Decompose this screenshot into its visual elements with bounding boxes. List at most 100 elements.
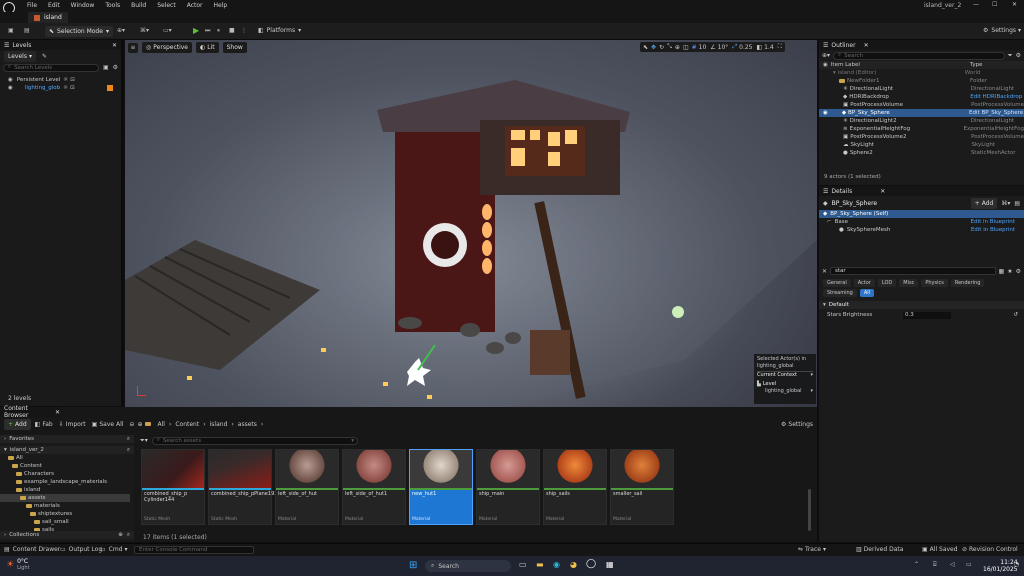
cinematics-icon[interactable]: ▭▾ bbox=[163, 27, 172, 34]
tray-chevron-icon[interactable]: ⌃ bbox=[914, 561, 919, 568]
content-drawer-button[interactable]: ▤ Content Drawer bbox=[4, 546, 60, 553]
play-options-icon[interactable]: ⋮ bbox=[241, 27, 247, 34]
breadcrumb-island[interactable]: island bbox=[210, 421, 228, 428]
add-icon[interactable]: ⊕▾ bbox=[822, 52, 830, 59]
back-icon[interactable]: ⊖ bbox=[129, 421, 134, 428]
paint-icon[interactable]: ✎ bbox=[42, 53, 47, 60]
minimize-button[interactable]: — bbox=[973, 1, 979, 8]
details-tab-all[interactable]: All bbox=[859, 289, 875, 297]
add-actor-icon[interactable]: ⊕▾ bbox=[117, 27, 125, 34]
reset-icon[interactable]: ↺ bbox=[1013, 312, 1018, 318]
maximize-viewport-icon[interactable]: ⛶ bbox=[778, 43, 782, 51]
scale-snap-icon[interactable]: ⤢ bbox=[732, 43, 737, 51]
content-icon[interactable]: ▤ bbox=[24, 27, 30, 34]
close-icon[interactable]: ✕ bbox=[864, 42, 869, 49]
outliner-row-selected[interactable]: ◉ ◆ BP_Sky_Sphere Edit BP_Sky_Sphere bbox=[819, 109, 1024, 117]
row-type[interactable]: Edit BP_Sky_Sphere bbox=[969, 110, 1023, 116]
level-viewport[interactable]: ≡ ◎ Perspective ◐ Lit Show ⬉ ✥ ↻ ⤡ ⊕ ◫ #… bbox=[125, 40, 817, 407]
eye-icon[interactable]: ◉ bbox=[823, 110, 828, 116]
asset-tile[interactable]: combined_ship_pPlane193 Static Mesh bbox=[208, 449, 277, 525]
cmd-dropdown[interactable]: ▭ Cmd ▾ bbox=[100, 546, 128, 553]
asset-tile[interactable]: left_side_of_hut1 Material bbox=[342, 449, 406, 525]
details-tab-misc[interactable]: Misc bbox=[899, 279, 919, 287]
chrome-icon[interactable]: ◕ bbox=[570, 560, 577, 569]
derived-data-button[interactable]: ▥ Derived Data bbox=[856, 546, 903, 553]
file-explorer-icon[interactable]: ▬ bbox=[536, 560, 544, 569]
collections-header[interactable]: › Collections ⊕ ⌕ bbox=[0, 531, 134, 539]
content-settings-button[interactable]: ⚙ Settings bbox=[781, 421, 813, 428]
details-tab-actor[interactable]: Actor bbox=[853, 279, 875, 287]
grid-snap-value[interactable]: 10 bbox=[699, 44, 707, 51]
overlay-level-dropdown[interactable]: lighting_global ▾ bbox=[757, 388, 813, 395]
battery-icon[interactable]: ▭ bbox=[966, 561, 972, 568]
details-tab-lod[interactable]: LOD bbox=[877, 279, 897, 287]
import-button[interactable]: ⇩ Import bbox=[59, 421, 86, 428]
clock[interactable]: 11:24 16/01/2025 bbox=[983, 559, 1018, 573]
details-search-input[interactable]: star bbox=[830, 267, 996, 275]
outliner-tab[interactable]: ☰ Outliner ✕ bbox=[819, 40, 1024, 50]
menu-window[interactable]: Window bbox=[71, 2, 95, 9]
menu-actor[interactable]: Actor bbox=[187, 2, 203, 9]
perspective-dropdown[interactable]: ◎ Perspective bbox=[142, 42, 192, 53]
eye-icon[interactable]: ◉ bbox=[8, 85, 13, 91]
volume-icon[interactable]: ◁ bbox=[950, 561, 955, 568]
world-icon[interactable]: ⊕ bbox=[675, 44, 680, 51]
outliner-row[interactable]: ✳ DirectionalLight2 DirectionalLight bbox=[819, 117, 1024, 125]
scale-icon[interactable]: ⤡ bbox=[667, 43, 672, 51]
asset-tile[interactable]: combined_ship_p Cylinder144 Static Mesh bbox=[141, 449, 205, 525]
save-all-button[interactable]: ▣ Save All bbox=[92, 421, 124, 428]
outliner-row[interactable]: ◆ HDRIBackdrop Edit HDRIBackdrop bbox=[819, 93, 1024, 101]
camera-speed-icon[interactable]: ◧ bbox=[756, 44, 762, 51]
lock-icon[interactable]: ⊡ bbox=[70, 85, 75, 91]
layout-icon[interactable]: ▤ bbox=[1014, 200, 1020, 207]
breadcrumb-assets[interactable]: assets bbox=[238, 421, 257, 428]
menu-build[interactable]: Build bbox=[131, 2, 146, 9]
levels-search-input[interactable]: ⌕ Search Levels bbox=[3, 63, 99, 72]
scale-snap-value[interactable]: 0.25 bbox=[739, 44, 752, 51]
show-dropdown[interactable]: Show bbox=[222, 42, 247, 53]
outliner-row[interactable]: ▾ island (Editor) World bbox=[819, 69, 1024, 77]
task-view-icon[interactable]: ▭ bbox=[519, 560, 527, 569]
viewport-menu-icon[interactable]: ≡ bbox=[128, 42, 138, 53]
stop-icon[interactable]: ■ bbox=[229, 27, 235, 34]
menu-select[interactable]: Select bbox=[157, 2, 176, 9]
outliner-row[interactable]: ☁ SkyLight SkyLight bbox=[819, 141, 1024, 149]
output-log-button[interactable]: ▭ Output Log bbox=[60, 546, 102, 553]
gear-icon[interactable]: ⚙ bbox=[113, 64, 118, 71]
pause-icon[interactable]: ⏸ bbox=[217, 27, 220, 35]
taskbar-search[interactable]: ⌕ Search bbox=[425, 560, 511, 572]
property-value-input[interactable]: 0.3 bbox=[903, 311, 951, 319]
details-section-header[interactable]: ▾ Default bbox=[819, 301, 1024, 309]
selection-mode-dropdown[interactable]: ⬉ Selection Mode ▾ bbox=[45, 26, 113, 37]
edge-icon[interactable]: ◉ bbox=[553, 560, 560, 569]
asset-tile-selected[interactable]: new_hut1 Material bbox=[409, 449, 473, 525]
tree-item-selected[interactable]: assets bbox=[0, 494, 130, 502]
add-button[interactable]: + Add bbox=[4, 418, 31, 430]
outliner-row[interactable]: ≋ ExponentialHeightFog ExponentialHeight… bbox=[819, 125, 1024, 133]
angle-snap-icon[interactable]: ∠ bbox=[710, 44, 715, 51]
trace-button[interactable]: ⇋ Trace ▾ bbox=[798, 546, 826, 553]
tree-item[interactable]: example_landscape_materials bbox=[0, 478, 134, 486]
view-mode-dropdown[interactable]: ◐ Lit bbox=[196, 42, 219, 53]
gear-icon[interactable]: ⚙ bbox=[1016, 52, 1021, 59]
add-icon[interactable]: ⊕ bbox=[118, 532, 123, 538]
edit-in-blueprint-link[interactable]: Edit in Blueprint bbox=[971, 219, 1015, 225]
component-row[interactable]: ● SkySphereMesh Edit in Blueprint bbox=[819, 226, 1024, 234]
fab-button[interactable]: ◧ Fab bbox=[35, 421, 53, 428]
revision-control-button[interactable]: ⊘ Revision Control bbox=[962, 546, 1018, 553]
asset-search-input[interactable]: ⌕ Search assets ▾ bbox=[151, 436, 358, 445]
close-button[interactable]: ✕ bbox=[1012, 1, 1017, 8]
menu-edit[interactable]: Edit bbox=[48, 2, 60, 9]
lightbulb-icon[interactable]: ☼ bbox=[63, 77, 68, 83]
details-tab-streaming[interactable]: Streaming bbox=[823, 289, 857, 297]
translate-icon[interactable]: ✥ bbox=[651, 44, 656, 51]
breadcrumb-all[interactable]: All bbox=[157, 421, 164, 428]
outliner-row[interactable]: ▣ PostProcessVolume2 PostProcessVolume bbox=[819, 133, 1024, 141]
menu-file[interactable]: File bbox=[27, 2, 37, 9]
level-color-swatch[interactable] bbox=[106, 85, 113, 91]
forward-icon[interactable]: ⊕ bbox=[137, 421, 142, 428]
level-row[interactable]: ◉ Persistent Level ☼ ⊡ bbox=[0, 76, 121, 84]
asset-tile[interactable]: smaller_sail Material bbox=[610, 449, 674, 525]
outliner-row[interactable]: ▣ PostProcessVolume PostProcessVolume bbox=[819, 101, 1024, 109]
details-tab-physics[interactable]: Physics bbox=[921, 279, 948, 287]
